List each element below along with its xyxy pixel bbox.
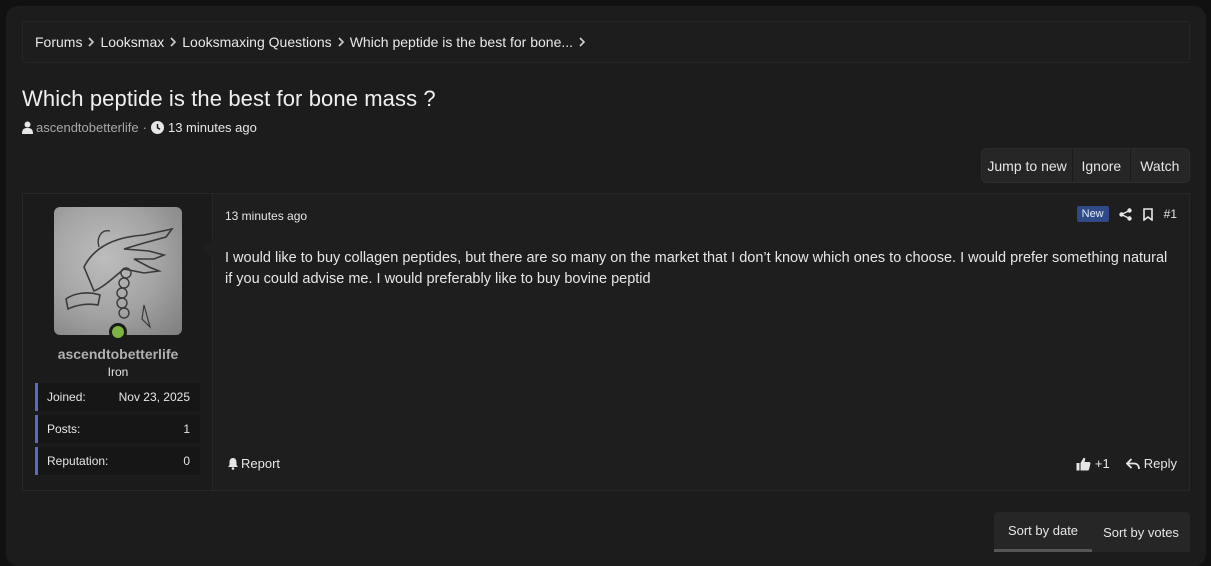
user-rank: Iron <box>107 365 129 379</box>
thread-author-link[interactable]: ascendtobetterlife <box>36 120 139 135</box>
thread-meta: ascendtobetterlife · 13 minutes ago <box>22 120 257 135</box>
new-badge: New <box>1076 206 1109 222</box>
report-button[interactable]: Report <box>227 456 280 471</box>
stat-value: 0 <box>183 454 190 468</box>
clock-icon <box>150 121 164 134</box>
post: ascendtobetterlife Iron Joined: Nov 23, … <box>22 193 1190 491</box>
user-stat-posts: Posts: 1 <box>35 415 200 443</box>
breadcrumb-label[interactable]: Forums <box>35 34 82 50</box>
stat-value: 1 <box>183 422 190 436</box>
jump-to-new-button[interactable]: Jump to new <box>982 149 1074 182</box>
chevron-right-icon <box>164 37 182 47</box>
chevron-right-icon <box>82 37 100 47</box>
breadcrumb-item-looksmax[interactable]: Looksmax <box>100 34 182 50</box>
stat-label: Posts: <box>47 422 81 436</box>
online-status-indicator <box>109 323 127 341</box>
sort-by-votes-tab[interactable]: Sort by votes <box>1092 512 1190 552</box>
post-username[interactable]: ascendtobetterlife <box>23 346 213 362</box>
thread-time-link[interactable]: 13 minutes ago <box>168 120 257 135</box>
thumbs-up-icon <box>1076 457 1091 471</box>
post-header-actions: New #1 <box>1076 206 1177 222</box>
breadcrumb: Forums Looksmax Looksmaxing Questions Wh… <box>22 21 1190 63</box>
breadcrumb-label[interactable]: Looksmaxing Questions <box>182 34 331 50</box>
stat-label: Joined: <box>47 390 86 404</box>
post-footer-actions: +1 Reply <box>1076 456 1177 471</box>
like-button[interactable]: +1 <box>1076 456 1110 471</box>
breadcrumb-item-thread[interactable]: Which peptide is the best for bone... <box>350 34 591 50</box>
stat-value: Nov 23, 2025 <box>118 390 190 404</box>
user-stat-reputation: Reputation: 0 <box>35 447 200 475</box>
avatar-artwork <box>65 227 174 330</box>
reply-label: Reply <box>1143 456 1177 471</box>
chevron-right-icon <box>332 37 350 47</box>
watch-button[interactable]: Watch <box>1131 149 1189 182</box>
post-number-link[interactable]: #1 <box>1164 207 1177 221</box>
post-time-link[interactable]: 13 minutes ago <box>225 209 307 223</box>
post-body: I would like to buy collagen peptides, b… <box>225 250 1168 287</box>
sort-by-date-tab[interactable]: Sort by date <box>994 512 1092 552</box>
breadcrumb-label[interactable]: Which peptide is the best for bone... <box>350 34 573 50</box>
chevron-right-icon <box>573 37 591 47</box>
report-label: Report <box>241 456 281 471</box>
breadcrumb-label[interactable]: Looksmax <box>100 34 164 50</box>
reply-icon <box>1125 457 1140 470</box>
meta-separator: · <box>142 120 147 135</box>
ignore-button[interactable]: Ignore <box>1073 149 1131 182</box>
avatar[interactable] <box>54 207 182 335</box>
bookmark-icon[interactable] <box>1142 207 1154 221</box>
breadcrumb-item-looksmaxing-questions[interactable]: Looksmaxing Questions <box>182 34 349 50</box>
user-stat-joined: Joined: Nov 23, 2025 <box>35 383 200 411</box>
post-arrow <box>203 239 213 259</box>
post-content: 13 minutes ago New #1 I would like to bu… <box>203 194 1189 490</box>
share-icon[interactable] <box>1118 207 1132 221</box>
user-icon <box>22 121 33 134</box>
like-count: +1 <box>1094 456 1110 471</box>
thread-actions: Jump to new Ignore Watch <box>981 148 1190 183</box>
breadcrumb-item-forums[interactable]: Forums <box>35 34 100 50</box>
thread-title: Which peptide is the best for bone mass … <box>22 86 436 111</box>
sort-tabs: Sort by date Sort by votes <box>994 512 1190 552</box>
bell-icon <box>227 457 239 470</box>
stat-label: Reputation: <box>47 454 109 468</box>
post-user-column: ascendtobetterlife Iron Joined: Nov 23, … <box>23 194 213 490</box>
reply-button[interactable]: Reply <box>1125 456 1177 471</box>
